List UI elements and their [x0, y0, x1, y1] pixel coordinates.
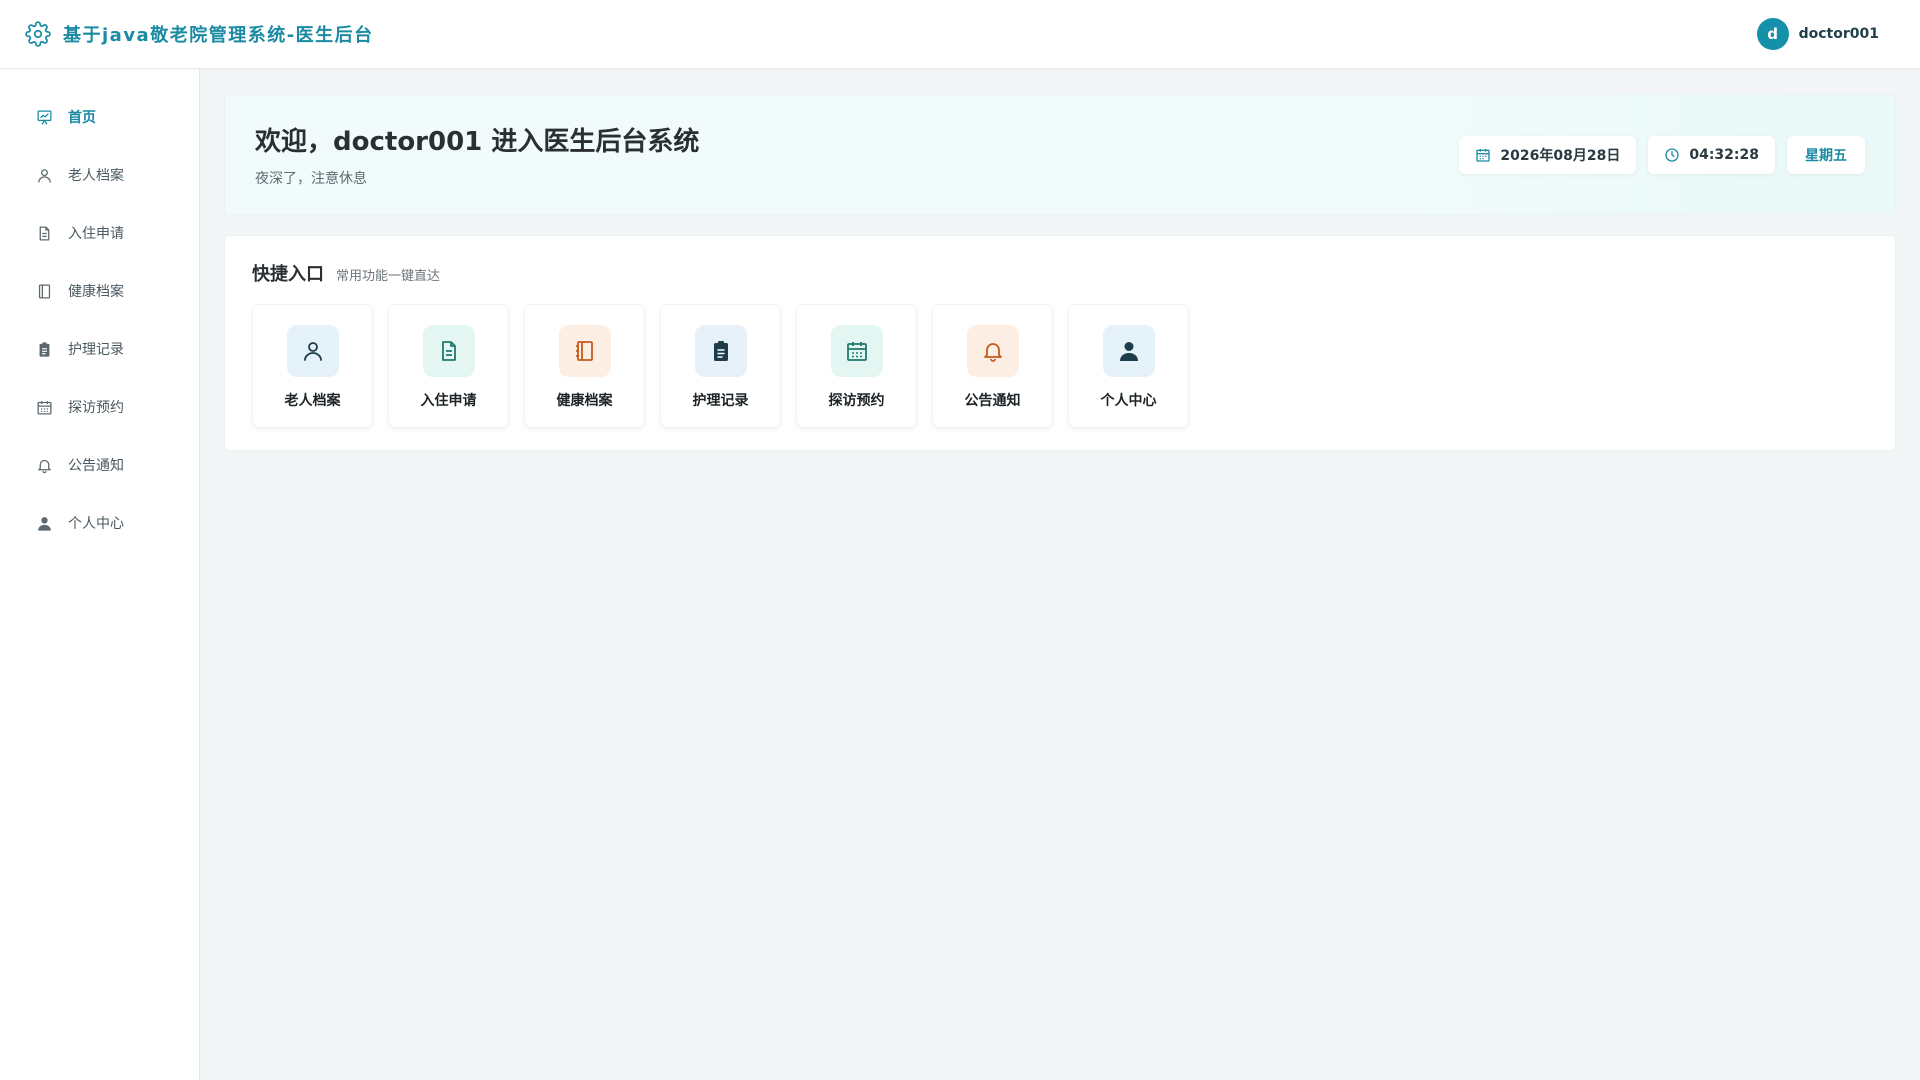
- user-icon: [286, 325, 339, 377]
- quick-card-label: 个人中心: [1100, 393, 1157, 409]
- sidebar-item-label: 老人档案: [68, 168, 124, 184]
- notebook-icon: [35, 282, 53, 300]
- quick-card-elder-records[interactable]: 老人档案: [252, 304, 373, 428]
- main-content: 欢迎，doctor001 进入医生后台系统 夜深了，注意休息 2026年08月2…: [224, 94, 1896, 451]
- quick-card-care-records[interactable]: 护理记录: [660, 304, 781, 428]
- sidebar-item-visit-booking[interactable]: 探访预约: [0, 378, 199, 436]
- quick-card-health-records[interactable]: 健康档案: [524, 304, 645, 428]
- quick-card-label: 公告通知: [964, 393, 1021, 409]
- dashboard-icon: [35, 108, 53, 126]
- sidebar-item-label: 护理记录: [68, 342, 124, 358]
- quick-access-title: 快捷入口: [252, 264, 324, 285]
- app-title: 基于java敬老院管理系统-医生后台: [63, 25, 374, 46]
- date-text: 2026年08月28日: [1500, 147, 1621, 164]
- avatar[interactable]: d: [1756, 18, 1789, 50]
- clipboard-icon: [35, 340, 53, 358]
- sidebar-item-label: 入住申请: [68, 226, 124, 242]
- notebook-icon: [558, 325, 611, 377]
- top-header: 基于java敬老院管理系统-医生后台 d doctor001: [0, 0, 1920, 69]
- person-icon: [35, 514, 53, 532]
- sidebar: 首页 老人档案 入住申请 健康档案 护理记录 探访预约 公告通知 个人中心: [0, 69, 200, 1080]
- sidebar-item-profile[interactable]: 个人中心: [0, 494, 199, 552]
- clipboard-icon: [694, 325, 747, 377]
- weekday-chip: 星期五: [1787, 135, 1865, 174]
- quick-card-label: 护理记录: [692, 393, 749, 409]
- sidebar-item-elder-records[interactable]: 老人档案: [0, 146, 199, 204]
- sidebar-item-label: 健康档案: [68, 284, 124, 300]
- quick-card-label: 健康档案: [556, 393, 613, 409]
- sidebar-item-home[interactable]: 首页: [0, 88, 199, 146]
- welcome-banner: 欢迎，doctor001 进入医生后台系统 夜深了，注意休息 2026年08月2…: [224, 94, 1896, 215]
- quick-access-panel: 快捷入口 常用功能一键直达 老人档案 入住申请 健康档案 护理记录 探访预约 公…: [224, 235, 1896, 451]
- user-menu[interactable]: d doctor001: [1756, 18, 1879, 50]
- calendar-icon: [830, 325, 883, 377]
- quick-access-subtitle: 常用功能一键直达: [336, 269, 441, 284]
- welcome-title: 欢迎，doctor001 进入医生后台系统: [255, 127, 700, 157]
- clock-icon: [1664, 147, 1680, 163]
- quick-card-label: 老人档案: [284, 393, 341, 409]
- person-icon: [1102, 325, 1155, 377]
- sidebar-item-label: 公告通知: [68, 458, 124, 474]
- sidebar-item-label: 首页: [68, 110, 96, 126]
- time-text: 04:32:28: [1689, 146, 1759, 163]
- bell-icon: [35, 456, 53, 474]
- user-icon: [35, 166, 53, 184]
- quick-card-announcements[interactable]: 公告通知: [932, 304, 1053, 428]
- document-icon: [35, 224, 53, 242]
- quick-card-visit-booking[interactable]: 探访预约: [796, 304, 917, 428]
- time-chip: 04:32:28: [1648, 135, 1775, 174]
- calendar-icon: [1475, 147, 1491, 163]
- sidebar-item-label: 探访预约: [68, 400, 124, 416]
- quick-card-profile[interactable]: 个人中心: [1068, 304, 1189, 428]
- quick-card-admission[interactable]: 入住申请: [388, 304, 509, 428]
- quick-card-label: 入住申请: [420, 393, 477, 409]
- document-icon: [422, 325, 475, 377]
- sidebar-item-admission[interactable]: 入住申请: [0, 204, 199, 262]
- username[interactable]: doctor001: [1799, 26, 1879, 42]
- welcome-subtitle: 夜深了，注意休息: [255, 171, 367, 187]
- sidebar-item-label: 个人中心: [68, 516, 124, 532]
- gear-icon[interactable]: [25, 21, 51, 47]
- calendar-icon: [35, 398, 53, 416]
- date-chip: 2026年08月28日: [1459, 135, 1637, 174]
- weekday-text: 星期五: [1805, 147, 1847, 164]
- sidebar-item-health-records[interactable]: 健康档案: [0, 262, 199, 320]
- sidebar-item-announcements[interactable]: 公告通知: [0, 436, 199, 494]
- sidebar-item-care-records[interactable]: 护理记录: [0, 320, 199, 378]
- quick-card-label: 探访预约: [828, 393, 885, 409]
- bell-icon: [966, 325, 1019, 377]
